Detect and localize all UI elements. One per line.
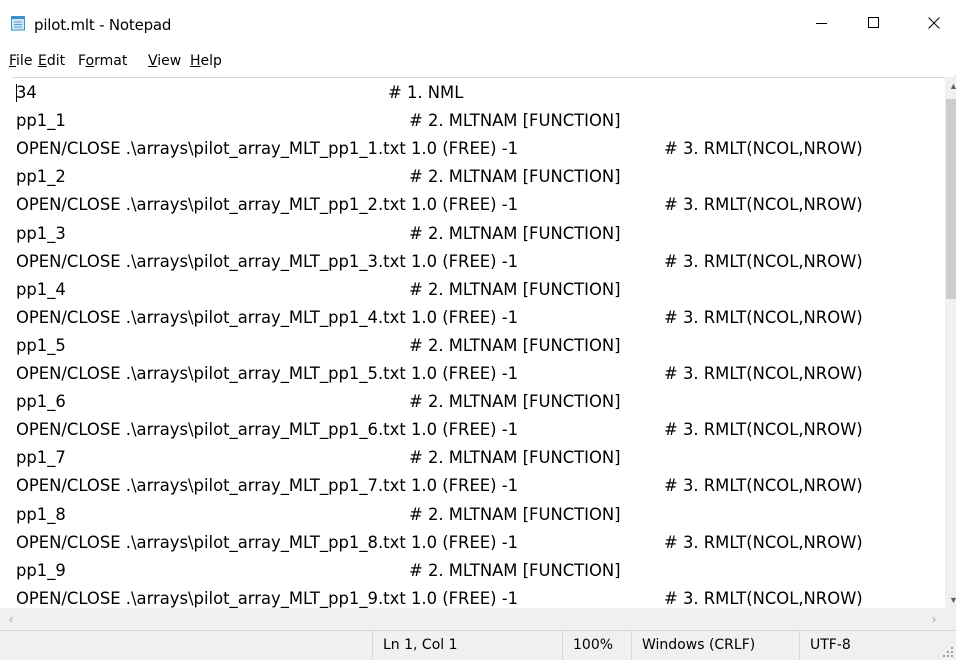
line-comment: # 2. MLTNAM [FUNCTION] bbox=[409, 392, 621, 412]
close-button[interactable] bbox=[911, 0, 956, 46]
scroll-right-arrow-icon[interactable]: › bbox=[923, 608, 945, 630]
text-line: pp1_8 # 2. MLTNAM [FUNCTION] bbox=[16, 501, 945, 529]
line-value: OPEN/CLOSE .\arrays\pilot_array_MLT_pp1_… bbox=[16, 307, 519, 327]
status-zoom: 100% bbox=[562, 631, 631, 660]
status-line-ending: Windows (CRLF) bbox=[631, 631, 799, 660]
line-value: pp1_8 bbox=[16, 504, 66, 524]
vertical-scrollbar[interactable]: ▲ ▼ bbox=[945, 77, 956, 608]
line-comment: # 2. MLTNAM [FUNCTION] bbox=[409, 111, 621, 131]
text-line: pp1_6 # 2. MLTNAM [FUNCTION] bbox=[16, 388, 945, 416]
close-icon bbox=[928, 17, 940, 29]
line-value: OPEN/CLOSE .\arrays\pilot_array_MLT_pp1_… bbox=[16, 364, 519, 383]
line-value: pp1_9 bbox=[16, 560, 66, 580]
menu-file[interactable]: File bbox=[9, 53, 32, 69]
vertical-scroll-thumb[interactable] bbox=[946, 99, 956, 299]
text-line: OPEN/CLOSE .\arrays\pilot_array_MLT_pp1_… bbox=[16, 529, 945, 557]
text-line: pp1_7 # 2. MLTNAM [FUNCTION] bbox=[16, 444, 945, 472]
status-cursor-position: Ln 1, Col 1 bbox=[372, 631, 562, 660]
menu-bar: File Edit Format View Help bbox=[0, 46, 956, 76]
line-comment: # 2. MLTNAM [FUNCTION] bbox=[409, 504, 621, 524]
minimize-icon bbox=[816, 23, 827, 24]
line-value: OPEN/CLOSE .\arrays\pilot_array_MLT_pp1_… bbox=[16, 532, 519, 552]
scroll-corner bbox=[945, 608, 956, 630]
line-value: pp1_2 bbox=[16, 167, 66, 187]
text-line: pp1_5 # 2. MLTNAM [FUNCTION] bbox=[16, 332, 945, 360]
line-comment: # 3. RMLT(NCOL,NROW) bbox=[664, 139, 863, 159]
line-value: OPEN/CLOSE .\arrays\pilot_array_MLT_pp1_… bbox=[16, 251, 519, 271]
scroll-up-arrow-icon[interactable]: ▲ bbox=[945, 77, 956, 94]
line-comment: # 3. RMLT(NCOL,NROW) bbox=[664, 588, 863, 608]
maximize-icon bbox=[868, 17, 879, 28]
text-area[interactable]: 34 # 1. NML pp1_1 # 2. MLTNAM [FUNCTION] OPE… bbox=[12, 78, 945, 608]
scroll-down-arrow-icon[interactable]: ▼ bbox=[945, 591, 956, 608]
text-line: OPEN/CLOSE .\arrays\pilot_array_MLT_pp1_… bbox=[16, 360, 945, 388]
line-value: OPEN/CLOSE .\arrays\pilot_array_MLT_pp1_… bbox=[16, 195, 519, 215]
text-editor[interactable]: 34 # 1. NML pp1_1 # 2. MLTNAM [FUNCTION] OPE… bbox=[12, 77, 945, 608]
window-title: pilot.mlt - Notepad bbox=[34, 16, 172, 34]
line-value: OPEN/CLOSE .\arrays\pilot_array_MLT_pp1_… bbox=[16, 420, 519, 440]
line-comment: # 1. NML bbox=[388, 83, 464, 102]
menu-format[interactable]: Format bbox=[78, 53, 127, 69]
line-comment: # 2. MLTNAM [FUNCTION] bbox=[409, 560, 621, 580]
line-value: OPEN/CLOSE .\arrays\pilot_array_MLT_pp1_… bbox=[16, 139, 519, 159]
line-comment: # 2. MLTNAM [FUNCTION] bbox=[409, 167, 621, 187]
minimize-button[interactable] bbox=[799, 0, 845, 46]
line-comment: # 3. RMLT(NCOL,NROW) bbox=[664, 364, 863, 383]
line-comment: # 3. RMLT(NCOL,NROW) bbox=[664, 307, 863, 327]
line-comment: # 2. MLTNAM [FUNCTION] bbox=[409, 448, 621, 468]
text-line: OPEN/CLOSE .\arrays\pilot_array_MLT_pp1_… bbox=[16, 304, 945, 332]
text-line: OPEN/CLOSE .\arrays\pilot_array_MLT_pp1_… bbox=[16, 135, 945, 163]
text-line: OPEN/CLOSE .\arrays\pilot_array_MLT_pp1_… bbox=[16, 248, 945, 276]
text-line: pp1_4 # 2. MLTNAM [FUNCTION] bbox=[16, 276, 945, 304]
line-comment: # 3. RMLT(NCOL,NROW) bbox=[664, 195, 863, 215]
line-comment: # 3. RMLT(NCOL,NROW) bbox=[664, 532, 863, 552]
text-line: pp1_2 # 2. MLTNAM [FUNCTION] bbox=[16, 163, 945, 191]
text-line: pp1_1 # 2. MLTNAM [FUNCTION] bbox=[16, 107, 945, 135]
line-comment: # 3. RMLT(NCOL,NROW) bbox=[664, 251, 863, 271]
scroll-left-arrow-icon[interactable]: ‹ bbox=[0, 608, 22, 630]
notepad-icon bbox=[10, 15, 26, 31]
line-value: OPEN/CLOSE .\arrays\pilot_array_MLT_pp1_… bbox=[16, 588, 519, 608]
line-comment: # 2. MLTNAM [FUNCTION] bbox=[409, 335, 621, 355]
status-encoding: UTF-8 bbox=[799, 631, 939, 660]
menu-help[interactable]: Help bbox=[190, 53, 222, 69]
horizontal-scrollbar[interactable]: ‹ › bbox=[0, 608, 945, 630]
menu-view[interactable]: View bbox=[148, 53, 181, 69]
line-comment: # 2. MLTNAM [FUNCTION] bbox=[409, 223, 621, 243]
text-line: pp1_9 # 2. MLTNAM [FUNCTION] bbox=[16, 557, 945, 585]
text-line: 34 # 1. NML bbox=[16, 79, 945, 107]
notepad-window: pilot.mlt - Notepad File Edit Format Vie… bbox=[0, 0, 956, 660]
text-line: pp1_3 # 2. MLTNAM [FUNCTION] bbox=[16, 220, 945, 248]
text-line: OPEN/CLOSE .\arrays\pilot_array_MLT_pp1_… bbox=[16, 472, 945, 500]
line-value: OPEN/CLOSE .\arrays\pilot_array_MLT_pp1_… bbox=[16, 476, 519, 496]
title-bar[interactable]: pilot.mlt - Notepad bbox=[0, 0, 956, 46]
line-comment: # 2. MLTNAM [FUNCTION] bbox=[409, 279, 621, 299]
text-line: OPEN/CLOSE .\arrays\pilot_array_MLT_pp1_… bbox=[16, 585, 945, 608]
maximize-button[interactable] bbox=[851, 0, 897, 46]
line-value: pp1_4 bbox=[16, 279, 66, 299]
status-bar: Ln 1, Col 1 100% Windows (CRLF) UTF-8 bbox=[0, 630, 956, 660]
line-comment: # 3. RMLT(NCOL,NROW) bbox=[664, 476, 863, 496]
line-value: pp1_5 bbox=[16, 335, 66, 355]
resize-grip-icon[interactable] bbox=[942, 646, 954, 658]
line-value: pp1_7 bbox=[16, 448, 66, 468]
line-value: pp1_3 bbox=[16, 223, 66, 243]
line-comment: # 3. RMLT(NCOL,NROW) bbox=[664, 420, 863, 440]
text-line: OPEN/CLOSE .\arrays\pilot_array_MLT_pp1_… bbox=[16, 191, 945, 219]
line-value: pp1_6 bbox=[16, 392, 66, 412]
line-value: pp1_1 bbox=[16, 111, 66, 131]
text-line: OPEN/CLOSE .\arrays\pilot_array_MLT_pp1_… bbox=[16, 416, 945, 444]
menu-edit[interactable]: Edit bbox=[38, 53, 65, 69]
line-value: 34 bbox=[16, 83, 37, 102]
